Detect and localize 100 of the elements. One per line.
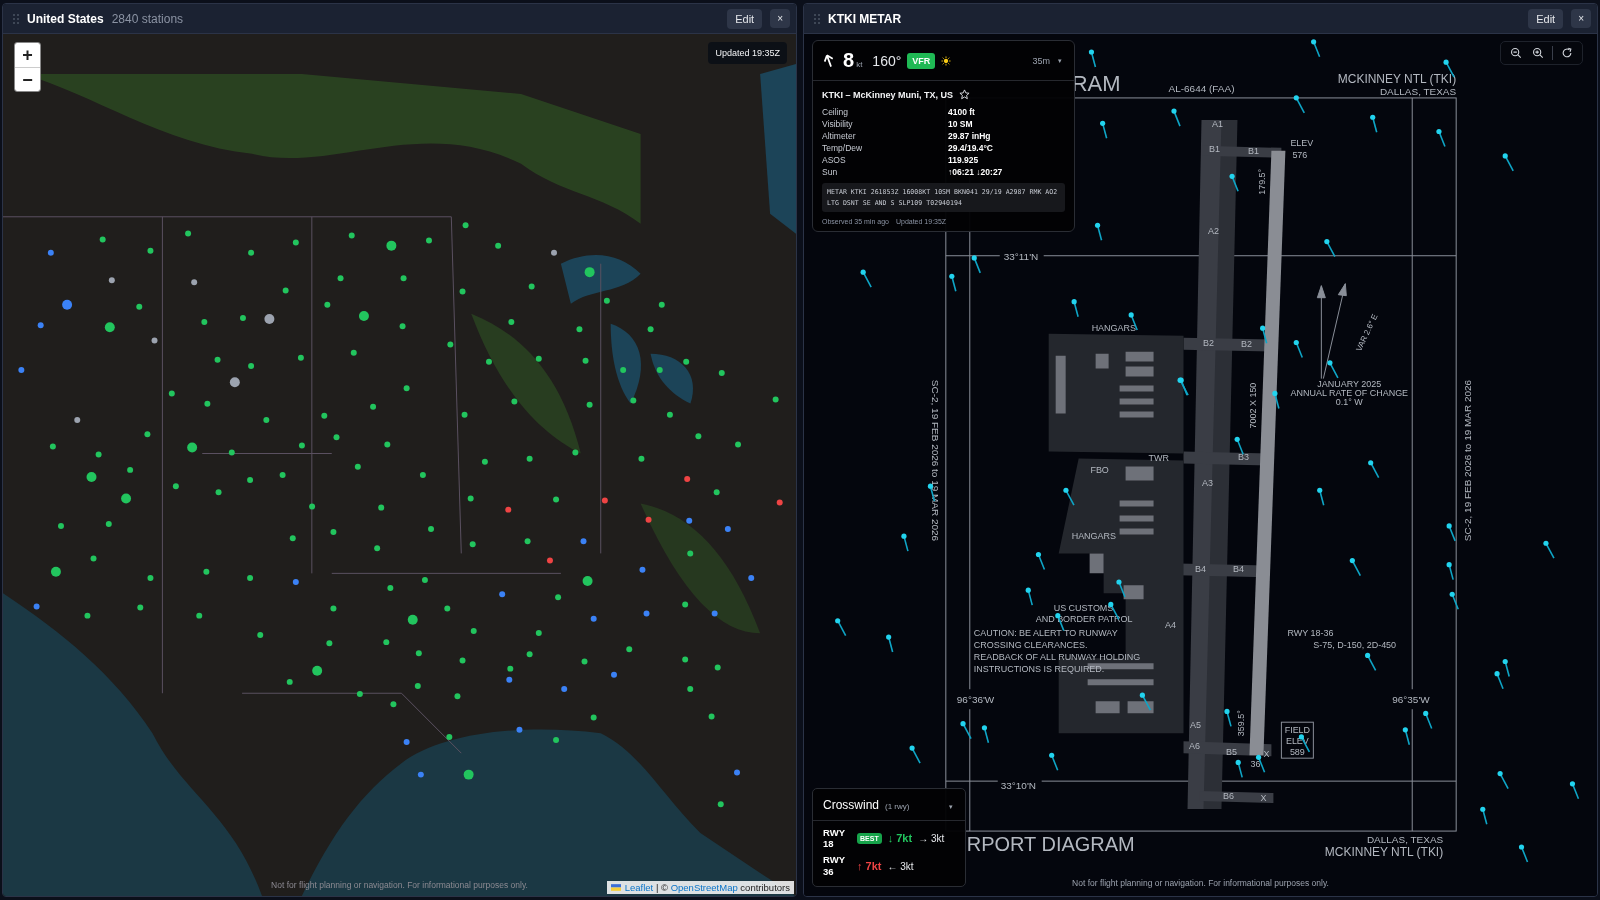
wind-speed: 8 bbox=[843, 49, 855, 72]
diagram-label: JANUARY 2025 bbox=[1317, 378, 1382, 389]
drag-handle-icon[interactable] bbox=[814, 13, 820, 24]
diagram-label: DALLAS, TEXAS bbox=[1366, 834, 1444, 846]
field-label: Ceiling bbox=[822, 107, 849, 117]
diagram-label: B6 bbox=[1222, 791, 1234, 802]
diagram-label: ELEV bbox=[1290, 137, 1314, 148]
diagram-label: FBO bbox=[1090, 465, 1109, 476]
refresh-icon bbox=[1561, 47, 1573, 59]
close-button[interactable]: × bbox=[770, 9, 790, 28]
diagram-label: X bbox=[1260, 793, 1267, 804]
station-name: KTKI – McKinney Muni, TX, US bbox=[822, 89, 953, 100]
diagram-label: A2 bbox=[1208, 225, 1219, 236]
field-value: 10 SM bbox=[948, 119, 974, 129]
diagram-label: RPORT DIAGRAM bbox=[966, 833, 1135, 856]
diagram-label: B5 bbox=[1225, 747, 1237, 758]
diagram-label: MCKINNEY NTL (TKI) bbox=[1324, 845, 1444, 860]
diagram-label: A3 bbox=[1202, 478, 1213, 489]
crosswind-component: ← 3kt bbox=[887, 860, 914, 872]
diagram-label: B3 bbox=[1237, 451, 1249, 462]
diagram-label: AL-6644 (FAA) bbox=[1168, 82, 1235, 94]
zoom-in-icon bbox=[1532, 47, 1544, 59]
diagram-label: B2 bbox=[1203, 337, 1214, 348]
diagram-label: MCKINNEY NTL (TKI) bbox=[1337, 71, 1457, 86]
field-value: ↑06:21 ↓20:27 bbox=[948, 167, 1004, 177]
diagram-label: HANGARS bbox=[1091, 322, 1136, 333]
diagram-label: 576 bbox=[1292, 149, 1308, 160]
diagram-label: A5 bbox=[1190, 720, 1201, 731]
station-count: 2840 stations bbox=[111, 11, 184, 26]
diagram-label: 179.5° bbox=[1257, 168, 1268, 195]
diagram-label: X bbox=[1263, 749, 1270, 760]
diagram-label: SC-2, 19 FEB 2026 to 19 MAR 2026 bbox=[1462, 379, 1474, 542]
panel-title: United States bbox=[27, 11, 104, 26]
field-label: Visibility bbox=[822, 119, 854, 129]
diagram-label: B4 bbox=[1232, 564, 1244, 575]
field-label: Temp/Dew bbox=[822, 143, 864, 153]
field-value: 119.925 bbox=[948, 155, 980, 165]
diagram-label: ANNUAL RATE OF CHANGE bbox=[1290, 387, 1409, 398]
observation-age: 35m bbox=[1032, 55, 1050, 66]
openstreetmap-link[interactable]: OpenStreetMap bbox=[670, 882, 738, 893]
panel-title: KTKI METAR bbox=[828, 11, 902, 26]
diagram-label: B1 bbox=[1209, 143, 1220, 154]
diagram-label: B2 bbox=[1240, 338, 1252, 349]
zoom-out-icon bbox=[1510, 47, 1522, 59]
diagram-label: A6 bbox=[1189, 741, 1200, 752]
field-value: 29.4/19.4°C bbox=[948, 143, 994, 153]
diagram-label: HANGARS bbox=[1071, 531, 1116, 542]
diagram-label: RWY 18-36 bbox=[1287, 628, 1334, 639]
flight-category-badge: VFR bbox=[907, 52, 936, 69]
field-label: ASOS bbox=[822, 155, 847, 165]
flag-icon bbox=[610, 884, 621, 891]
zoom-in-button[interactable]: + bbox=[15, 43, 40, 67]
disclaimer-text: Not for flight planning or navigation. For informational purposes only. bbox=[1071, 878, 1330, 888]
diagram-label: 7002 X 150 bbox=[1248, 382, 1259, 429]
diagram-label: S-75, D-150, 2D-450 bbox=[1313, 640, 1397, 651]
runway-label: RWY 18 bbox=[823, 826, 846, 851]
sun-icon bbox=[941, 55, 952, 66]
diagram-label: A1 bbox=[1212, 118, 1223, 129]
leaflet-link[interactable]: Leaflet bbox=[624, 882, 654, 893]
diagram-label: B4 bbox=[1195, 564, 1206, 575]
updated-badge: Updated 19:35Z bbox=[708, 42, 787, 64]
diagram-label: 589 bbox=[1289, 747, 1305, 758]
diagram-label: DALLAS, TEXAS bbox=[1379, 85, 1457, 97]
headwind-component: ↓ 7kt bbox=[887, 832, 913, 845]
runway-count: (1 rwy) bbox=[885, 801, 910, 811]
diagram-label: 96°35'W bbox=[1392, 694, 1430, 706]
wind-direction: 160° bbox=[872, 52, 902, 69]
drag-handle-icon[interactable] bbox=[13, 13, 19, 24]
field-label: Sun bbox=[822, 167, 839, 177]
diagram-label: A4 bbox=[1165, 620, 1177, 631]
close-button[interactable]: × bbox=[1571, 9, 1591, 28]
favorite-star-icon[interactable] bbox=[959, 89, 970, 100]
diagram-label: FIELD bbox=[1284, 725, 1311, 736]
disclaimer-text: Not for flight planning or navigation. For informational purposes only. bbox=[271, 880, 528, 890]
diagram-label: SC-2, 19 FEB 2026 to 19 MAR 2026 bbox=[929, 379, 941, 542]
field-value: 4100 ft bbox=[948, 107, 976, 117]
edit-button[interactable]: Edit bbox=[727, 8, 763, 29]
diagram-label: TWR bbox=[1148, 453, 1169, 464]
crosswind-title: Crosswind bbox=[823, 797, 879, 812]
runway-label: RWY 36 bbox=[823, 854, 846, 878]
diagram-label: US CUSTOMS bbox=[1053, 603, 1114, 614]
edit-button[interactable]: Edit bbox=[1528, 8, 1564, 29]
attribution-text: Leaflet | © OpenStreetMap contributors bbox=[624, 882, 790, 893]
diagram-label: CROSSING CLEARANCES. bbox=[973, 640, 1088, 651]
wind-unit: kt bbox=[856, 60, 863, 69]
diagram-label: 33°11'N bbox=[1003, 250, 1039, 262]
diagram-label: 36 bbox=[1250, 759, 1261, 770]
crosswind-component: → 3kt bbox=[918, 832, 945, 844]
diagram-label: 359.5° bbox=[1236, 710, 1247, 737]
zoom-out-button[interactable]: − bbox=[15, 67, 40, 91]
diagram-label: B1 bbox=[1247, 145, 1259, 156]
diagram-label: 0.1° W bbox=[1335, 396, 1363, 407]
diagram-label: 96°36'W bbox=[956, 694, 995, 706]
diagram-label: READBACK OF ALL RUNWAY HOLDING bbox=[973, 652, 1141, 663]
diagram-label: 33°10'N bbox=[1000, 780, 1036, 792]
headwind-component: ↑ 7kt bbox=[857, 860, 882, 873]
diagram-label: CAUTION: BE ALERT TO RUNWAY bbox=[973, 628, 1118, 639]
wind-arrow-icon bbox=[823, 52, 835, 69]
field-value: 29.87 inHg bbox=[948, 131, 992, 141]
field-label: Altimeter bbox=[822, 131, 857, 141]
